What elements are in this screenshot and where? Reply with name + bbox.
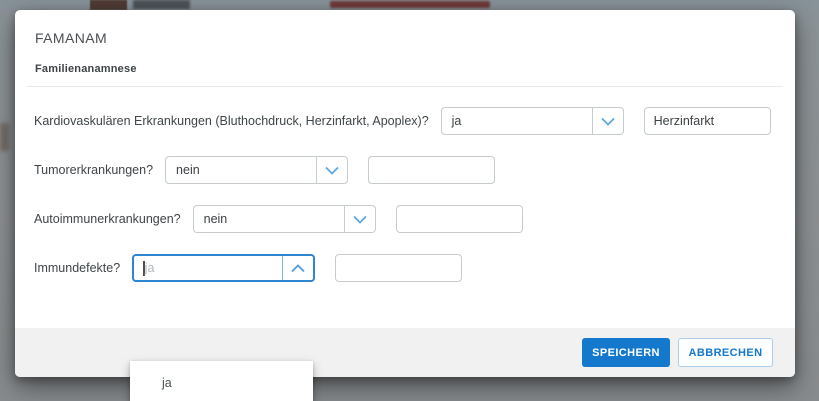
kardiovaskulaer-select[interactable]: ja [441, 107, 624, 135]
famanam-dialog: FAMANAM Familienanamnese Kardiovaskuläre… [15, 10, 795, 377]
kardiovaskulaer-detail-input[interactable] [644, 107, 771, 135]
dialog-title: FAMANAM [35, 31, 777, 46]
background-patient-photo [90, 0, 127, 10]
save-button[interactable]: SPEICHERN [582, 338, 670, 367]
form-row-autoimmun: Autoimmunerkrankungen? nein [34, 205, 777, 233]
dialog-header: FAMANAM Familienanamnese [15, 10, 795, 75]
select-value: nein [194, 206, 344, 232]
select-value: ja [134, 256, 282, 280]
chevron-up-icon [291, 264, 305, 273]
form-row-immundefekte: Immundefekte? ja [34, 254, 777, 282]
select-dropdown-toggle[interactable] [316, 157, 347, 183]
row-label: Autoimmunerkrankungen? [34, 212, 181, 226]
select-value-text: ja [145, 261, 155, 275]
tumor-detail-input[interactable] [368, 156, 495, 184]
row-label: Kardiovaskulären Erkrankungen (Bluthochd… [34, 114, 429, 128]
background-left-artifact [0, 123, 9, 151]
row-label: Immundefekte? [34, 261, 120, 275]
autoimmun-detail-input[interactable] [396, 205, 523, 233]
form-row-kardiovaskulaer: Kardiovaskulären Erkrankungen (Bluthochd… [34, 107, 777, 135]
dialog-content: Kardiovaskulären Erkrankungen (Bluthochd… [15, 87, 795, 282]
background-header-text [330, 1, 490, 8]
select-value: nein [166, 157, 316, 183]
chevron-down-icon [325, 166, 339, 175]
dropdown-option-ja[interactable]: ja [130, 361, 313, 401]
select-value: ja [442, 108, 592, 134]
background-patient-name [133, 0, 190, 9]
select-dropdown-toggle[interactable] [282, 256, 313, 280]
row-label: Tumorerkrankungen? [34, 163, 153, 177]
chevron-down-icon [353, 215, 367, 224]
select-dropdown-toggle[interactable] [344, 206, 375, 232]
cancel-button[interactable]: ABBRECHEN [678, 338, 773, 367]
immundefekte-detail-input[interactable] [335, 254, 462, 282]
immundefekte-dropdown-list: ja nein [130, 361, 313, 401]
tumor-select[interactable]: nein [165, 156, 348, 184]
dialog-subtitle: Familienanamnese [35, 63, 777, 75]
form-row-tumor: Tumorerkrankungen? nein [34, 156, 777, 184]
autoimmun-select[interactable]: nein [193, 205, 376, 233]
select-dropdown-toggle[interactable] [592, 108, 623, 134]
immundefekte-select-open[interactable]: ja [132, 254, 315, 282]
chevron-down-icon [601, 117, 615, 126]
